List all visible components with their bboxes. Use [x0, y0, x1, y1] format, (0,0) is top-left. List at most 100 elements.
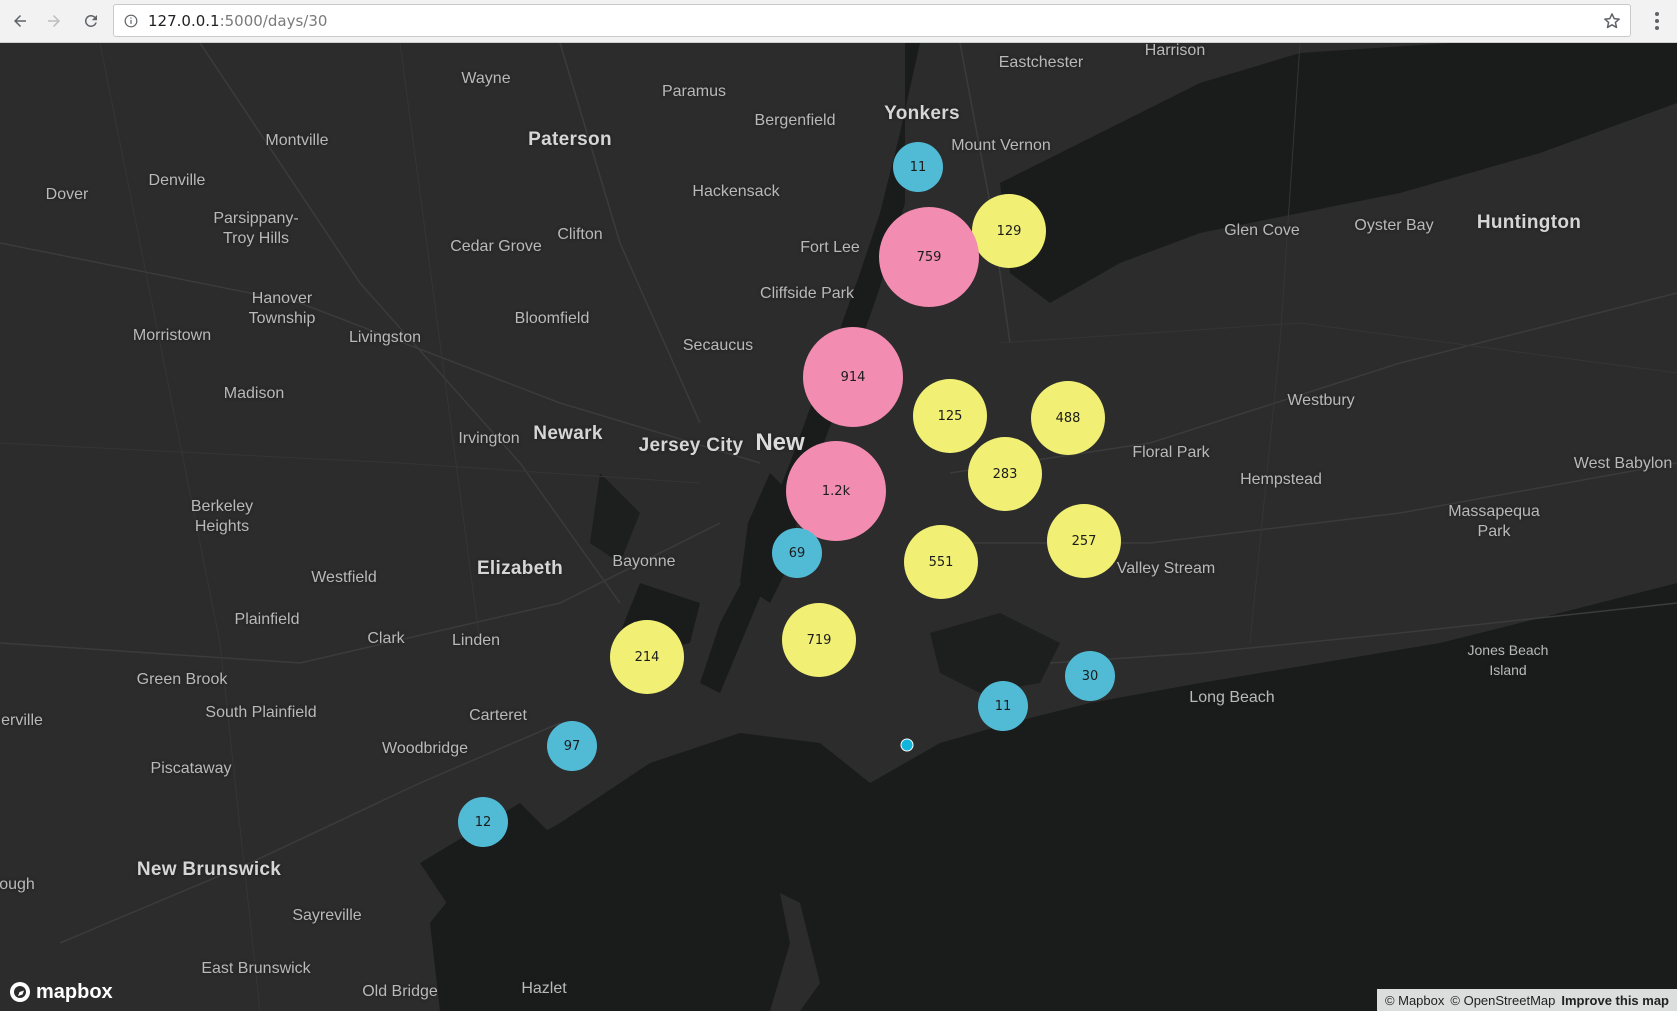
- place-label-valley-stream: Valley Stream: [1116, 560, 1216, 577]
- cluster-marker[interactable]: 125: [913, 379, 987, 453]
- cluster-count: 551: [928, 554, 954, 570]
- cluster-count: 914: [840, 369, 866, 385]
- cluster-count: 30: [1081, 668, 1099, 684]
- place-label-bergenfield: Bergenfield: [754, 112, 836, 129]
- attribution-mapbox-link[interactable]: © Mapbox: [1385, 993, 1444, 1008]
- cluster-count: 69: [788, 545, 806, 561]
- place-label-newark: Newark: [533, 423, 603, 444]
- place-label-hanover: Hanover Township: [248, 290, 316, 327]
- cluster-marker[interactable]: 12: [458, 797, 508, 847]
- cluster-marker[interactable]: 1.2k: [786, 441, 886, 541]
- place-label-elizabeth: Elizabeth: [476, 558, 564, 579]
- place-label-east-brunswick: East Brunswick: [201, 960, 311, 977]
- place-label-plainfield: Plainfield: [234, 611, 300, 628]
- url-text: 127.0.0.1:5000/days/30: [148, 12, 327, 30]
- cluster-marker[interactable]: 551: [904, 525, 978, 599]
- place-label-livingston: Livingston: [348, 329, 422, 346]
- place-label-oyster-bay: Oyster Bay: [1354, 217, 1434, 234]
- place-label-dover: Dover: [45, 186, 89, 203]
- place-label-erville: erville: [1, 712, 43, 729]
- cluster-marker[interactable]: 30: [1065, 651, 1115, 701]
- place-label-new-york: New: [755, 429, 805, 456]
- arrow-left-icon: [14, 15, 26, 27]
- cluster-count: 283: [992, 466, 1018, 482]
- place-label-morristown: Morristown: [132, 327, 212, 344]
- place-label-huntington: Huntington: [1476, 212, 1582, 233]
- cluster-count: 1.2k: [821, 483, 851, 499]
- cluster-count: 125: [937, 408, 963, 424]
- place-label-hempstead: Hempstead: [1240, 471, 1322, 488]
- cluster-marker[interactable]: 69: [772, 528, 822, 578]
- arrow-right-icon: [48, 15, 60, 27]
- place-label-mount-vernon: Mount Vernon: [951, 137, 1051, 154]
- place-label-woodbridge: Woodbridge: [382, 740, 468, 757]
- cluster-count: 488: [1055, 410, 1081, 426]
- place-label-sayreville: Sayreville: [292, 907, 362, 924]
- place-label-madison: Madison: [223, 385, 285, 402]
- place-label-westfield: Westfield: [311, 569, 377, 586]
- url-host: 127.0.0.1: [148, 12, 220, 30]
- place-label-old-bridge: Old Bridge: [362, 983, 438, 1000]
- cluster-marker[interactable]: 129: [972, 194, 1046, 268]
- place-label-eastchester: Eastchester: [998, 54, 1084, 71]
- cluster-marker[interactable]: 283: [968, 437, 1042, 511]
- cluster-marker[interactable]: 11: [978, 681, 1028, 731]
- cluster-marker[interactable]: 97: [547, 721, 597, 771]
- address-bar[interactable]: 127.0.0.1:5000/days/30: [113, 4, 1631, 37]
- place-label-cliffside-park: Cliffside Park: [760, 285, 854, 302]
- cluster-marker[interactable]: 914: [803, 327, 903, 427]
- back-button[interactable]: [7, 8, 33, 34]
- cluster-marker[interactable]: 719: [782, 603, 856, 677]
- map-canvas[interactable]: Harrison Eastchester Wayne Paramus Yonkers Be…: [0, 43, 1677, 1011]
- cluster-marker[interactable]: 488: [1031, 381, 1105, 455]
- cluster-marker[interactable]: 759: [879, 207, 979, 307]
- place-label-ough: ough: [0, 876, 35, 893]
- place-label-hazlet: Hazlet: [521, 980, 567, 997]
- single-point-marker[interactable]: [900, 738, 914, 752]
- reload-button[interactable]: [78, 8, 104, 34]
- place-label-montville: Montville: [265, 132, 329, 149]
- place-label-jones-beach: Jones Beach Island: [1467, 642, 1549, 678]
- place-label-westbury: Westbury: [1287, 392, 1355, 409]
- cluster-count: 12: [474, 814, 492, 830]
- url-path: :5000/days/30: [219, 12, 328, 30]
- forward-button[interactable]: [41, 8, 67, 34]
- bookmark-star-icon[interactable]: [1602, 11, 1622, 31]
- place-label-glen-cove: Glen Cove: [1224, 222, 1300, 239]
- cluster-marker[interactable]: 214: [610, 620, 684, 694]
- place-label-piscataway: Piscataway: [150, 760, 232, 777]
- kebab-menu-icon[interactable]: [1645, 9, 1669, 33]
- cluster-count: 129: [996, 223, 1022, 239]
- place-label-bayonne: Bayonne: [612, 553, 676, 570]
- cluster-count: 11: [994, 698, 1012, 714]
- place-label-west-babylon: West Babylon: [1573, 455, 1673, 472]
- cluster-count: 719: [806, 632, 832, 648]
- place-label-south-plainfield: South Plainfield: [205, 704, 317, 721]
- place-label-long-beach: Long Beach: [1189, 689, 1275, 706]
- cluster-count: 257: [1071, 533, 1097, 549]
- place-label-berkeley-heights: Berkeley Heights: [190, 498, 254, 535]
- attribution-osm-link[interactable]: © OpenStreetMap: [1450, 993, 1555, 1008]
- cluster-marker[interactable]: 11: [893, 142, 943, 192]
- place-label-parsippany: Parsippany- Troy Hills: [213, 210, 299, 247]
- reload-icon: [84, 14, 97, 27]
- place-label-massapequa-park: Massapequa Park: [1448, 503, 1540, 540]
- cluster-count: 11: [909, 159, 927, 175]
- cluster-marker[interactable]: 257: [1047, 504, 1121, 578]
- cluster-count: 214: [634, 649, 660, 665]
- place-label-green-brook: Green Brook: [136, 671, 228, 688]
- place-label-bloomfield: Bloomfield: [514, 310, 590, 327]
- place-label-harrison: Harrison: [1144, 43, 1206, 59]
- mapbox-logo[interactable]: mapbox: [8, 979, 113, 1005]
- place-label-carteret: Carteret: [469, 707, 527, 724]
- place-label-yonkers: Yonkers: [884, 103, 960, 124]
- place-label-floral-park: Floral Park: [1132, 444, 1210, 461]
- place-label-secaucus: Secaucus: [682, 337, 754, 354]
- browser-toolbar: 127.0.0.1:5000/days/30: [0, 0, 1677, 43]
- cluster-count: 759: [916, 249, 942, 265]
- info-icon[interactable]: [124, 14, 138, 28]
- improve-map-link[interactable]: Improve this map: [1561, 993, 1669, 1008]
- place-label-jersey-city: Jersey City: [638, 435, 744, 456]
- place-label-paterson: Paterson: [528, 129, 612, 150]
- cluster-count: 97: [563, 738, 581, 754]
